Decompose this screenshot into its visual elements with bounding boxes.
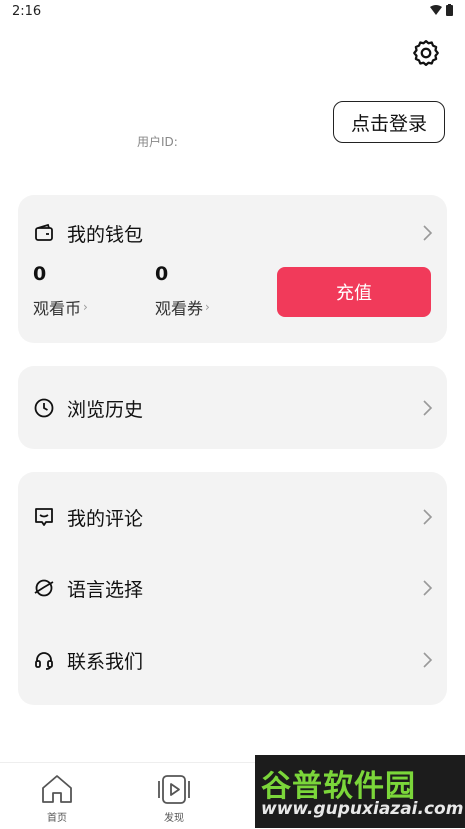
status-bar: 2:16 [0, 0, 465, 22]
battery-icon [446, 4, 453, 16]
chevron-right-icon [423, 580, 433, 596]
history-card: 浏览历史 [18, 366, 447, 449]
menu-item-language[interactable]: 语言选择 [18, 566, 447, 610]
chevron-right-icon [423, 652, 433, 668]
history-row[interactable]: 浏览历史 [18, 386, 447, 430]
clock-icon [34, 398, 54, 418]
wallet-title: 我的钱包 [67, 223, 144, 246]
history-label: 浏览历史 [67, 398, 144, 421]
vouchers-link[interactable]: 观看券 › [155, 295, 210, 319]
wallet-card: 我的钱包 0 观看币 › 0 观看券 › 充值 [18, 195, 447, 343]
wifi-icon [430, 5, 442, 15]
status-icons [430, 4, 453, 16]
video-icon [158, 775, 190, 804]
login-button[interactable]: 点击登录 [333, 101, 445, 143]
chevron-right-icon [423, 509, 433, 525]
watermark: 谷普软件园 www.gupuxiazai.com [255, 755, 465, 828]
tab-home[interactable]: 首页 [27, 773, 87, 824]
menu-item-contact[interactable]: 联系我们 [18, 638, 447, 682]
recharge-button[interactable]: 充值 [277, 267, 431, 317]
watermark-url: www.gupuxiazai.com [261, 799, 464, 819]
wallet-header-row[interactable]: 我的钱包 [18, 211, 447, 255]
wallet-icon [35, 223, 53, 241]
menu-item-label: 我的评论 [67, 507, 144, 530]
chevron-right-small-icon: › [83, 300, 88, 314]
coins-label: 观看币 [33, 299, 82, 318]
menu-item-label: 语言选择 [67, 578, 144, 601]
menu-item-comments[interactable]: 我的评论 [18, 495, 447, 539]
planet-icon [34, 579, 54, 597]
coins-link[interactable]: 观看币 › [33, 295, 88, 319]
comment-icon [35, 508, 53, 526]
user-id-label: 用户ID: [137, 135, 178, 149]
menu-card: 我的评论 语言选择 联系我们 [18, 472, 447, 705]
headset-icon [35, 652, 53, 670]
tab-discover[interactable]: 发现 [144, 773, 204, 824]
chevron-right-icon [423, 400, 433, 416]
home-icon [42, 775, 72, 803]
chevron-right-icon [423, 225, 433, 241]
chevron-right-small-icon: › [205, 300, 210, 314]
menu-item-label: 联系我们 [67, 650, 144, 673]
settings-gear-icon[interactable] [411, 38, 441, 68]
coins-value: 0 [33, 263, 47, 285]
status-time: 2:16 [12, 4, 42, 19]
tab-label: 首页 [47, 813, 67, 824]
tab-label: 发现 [164, 813, 184, 824]
vouchers-value: 0 [155, 263, 169, 285]
vouchers-label: 观看券 [155, 299, 204, 318]
